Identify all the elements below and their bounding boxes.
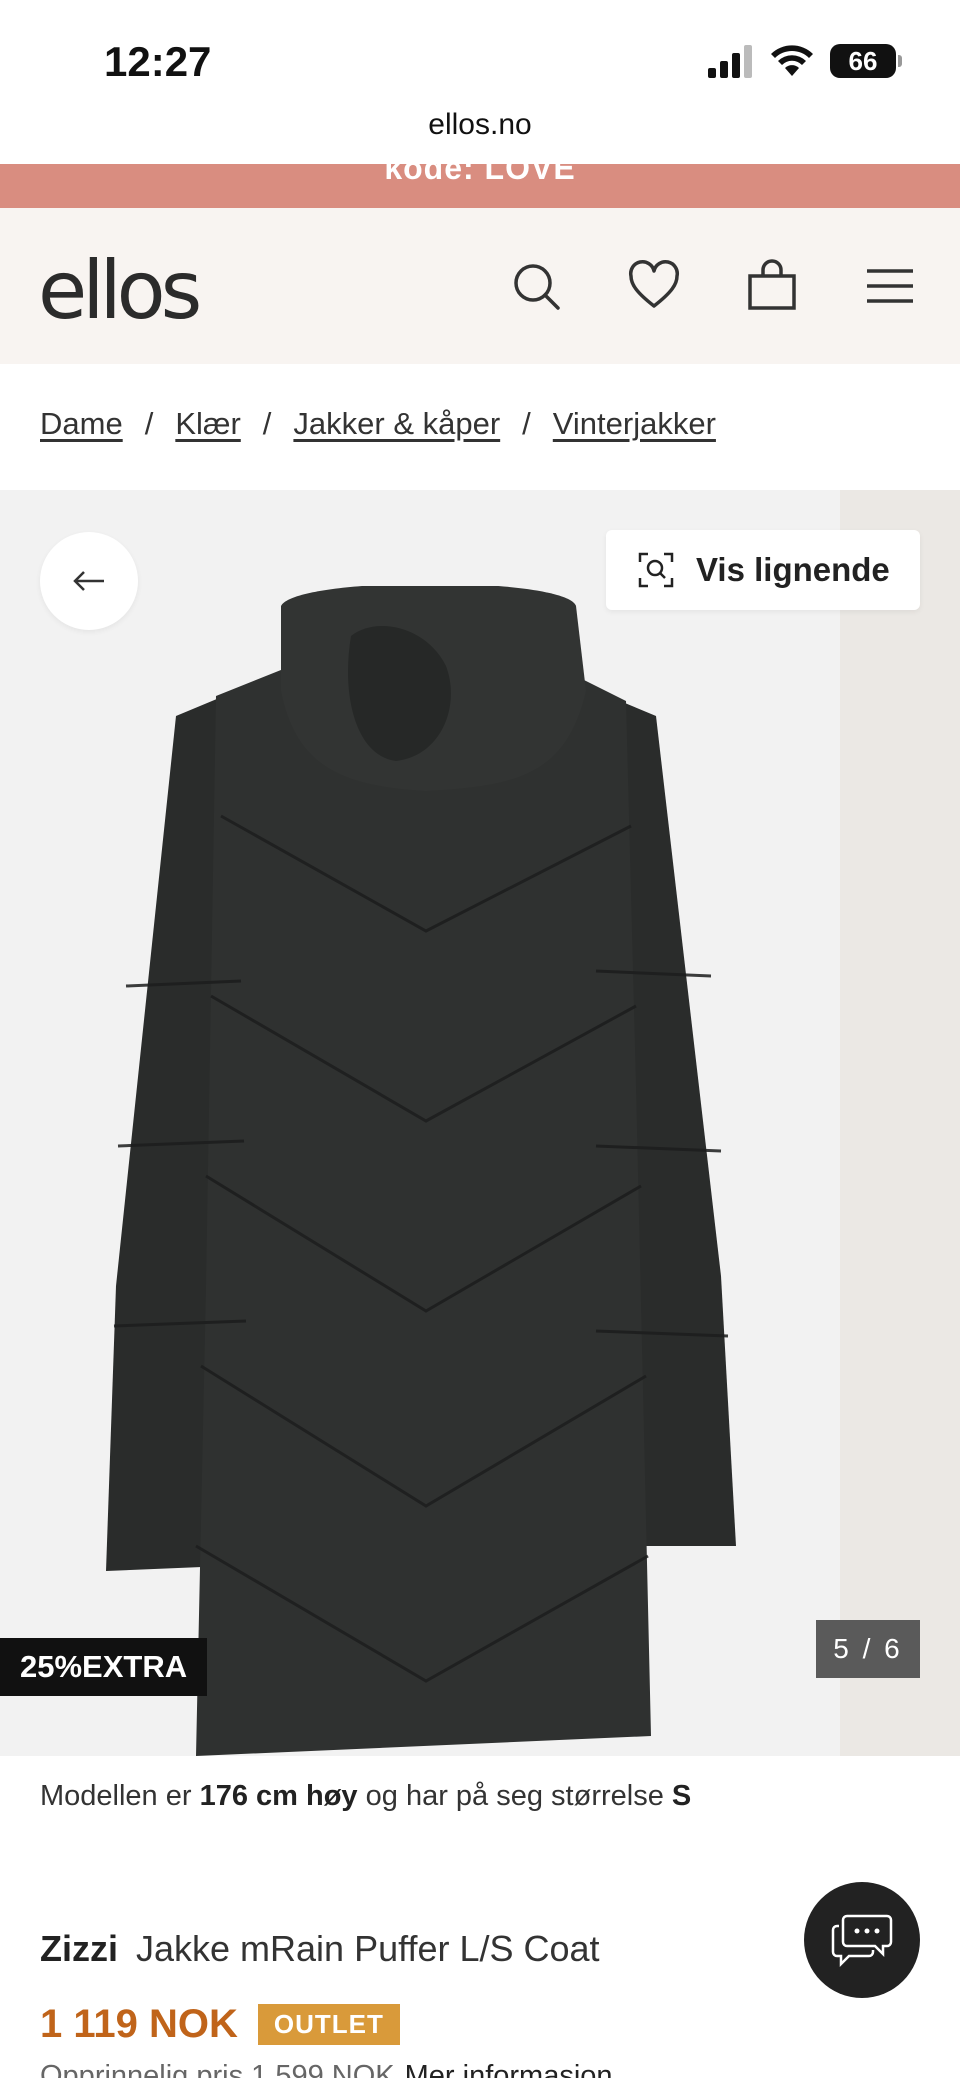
next-image-peek[interactable]: [840, 490, 960, 1756]
breadcrumb-klaer[interactable]: Klær: [175, 406, 240, 442]
status-time: 12:27: [104, 38, 212, 85]
product-name: Jakke mRain Puffer L/S Coat: [136, 1928, 600, 1969]
show-similar-label: Vis lignende: [696, 551, 890, 588]
original-price-row: Opprinnelig pris 1 599 NOK Mer informasjo…: [40, 2060, 613, 2078]
status-bar: 12:27 66: [0, 0, 960, 120]
image-pager: 5 / 6: [816, 1620, 920, 1678]
breadcrumb-jakker-kaper[interactable]: Jakker & kåper: [293, 406, 500, 442]
chat-button[interactable]: [804, 1882, 920, 1998]
product-title: Zizzi Jakke mRain Puffer L/S Coat: [40, 1928, 600, 1970]
ellos-logo[interactable]: ellos: [38, 244, 202, 337]
breadcrumb-separator: /: [144, 406, 154, 441]
model-info-prefix: Modellen er: [40, 1780, 200, 1812]
breadcrumb: Dame / Klær / Jakker & kåper / Vinterjak…: [40, 406, 716, 442]
cellular-signal-icon: [708, 45, 752, 78]
wifi-icon: [771, 45, 813, 76]
product-image-coat[interactable]: [96, 586, 756, 1756]
breadcrumb-dame[interactable]: Dame: [40, 406, 123, 442]
price-row: 1 119 NOK OUTLET: [40, 2002, 400, 2047]
promo-text: kode: LOVE: [384, 164, 576, 186]
product-price: 1 119 NOK: [40, 2002, 238, 2046]
shopping-bag-icon[interactable]: [744, 258, 800, 314]
model-info: Modellen er 176 cm høy og har på seg stø…: [40, 1780, 691, 1813]
product-gallery[interactable]: Vis lignende 25%EXTRA 5 / 6: [0, 490, 960, 1756]
breadcrumb-separator: /: [262, 406, 272, 441]
more-info-link[interactable]: Mer informasjon: [405, 2060, 613, 2078]
arrow-left-icon: [73, 571, 104, 591]
model-size: S: [671, 1780, 692, 1812]
browser-url[interactable]: ellos.no: [0, 108, 960, 164]
battery-indicator: 66: [830, 44, 902, 78]
breadcrumb-separator: /: [522, 406, 531, 441]
search-icon[interactable]: [508, 258, 564, 314]
original-price: Opprinnelig pris 1 599 NOK: [40, 2060, 395, 2078]
site-header: ellos: [0, 208, 960, 364]
model-height: 176 cm høy: [199, 1780, 358, 1812]
promo-banner[interactable]: kode: LOVE: [0, 164, 960, 208]
chat-icon: [831, 1914, 893, 1968]
status-icons: 66: [706, 44, 902, 78]
outlet-badge: OUTLET: [257, 2004, 400, 2045]
model-info-middle: og har på seg størrelse: [357, 1780, 672, 1812]
discount-tag: 25%EXTRA: [0, 1638, 208, 1696]
previous-image-button[interactable]: [40, 532, 138, 630]
heart-icon[interactable]: [626, 258, 682, 314]
breadcrumb-vinterjakker[interactable]: Vinterjakker: [553, 406, 716, 442]
product-brand[interactable]: Zizzi: [40, 1928, 118, 1969]
visual-search-icon: [638, 552, 674, 588]
menu-icon[interactable]: [862, 258, 918, 314]
show-similar-button[interactable]: Vis lignende: [606, 530, 920, 610]
